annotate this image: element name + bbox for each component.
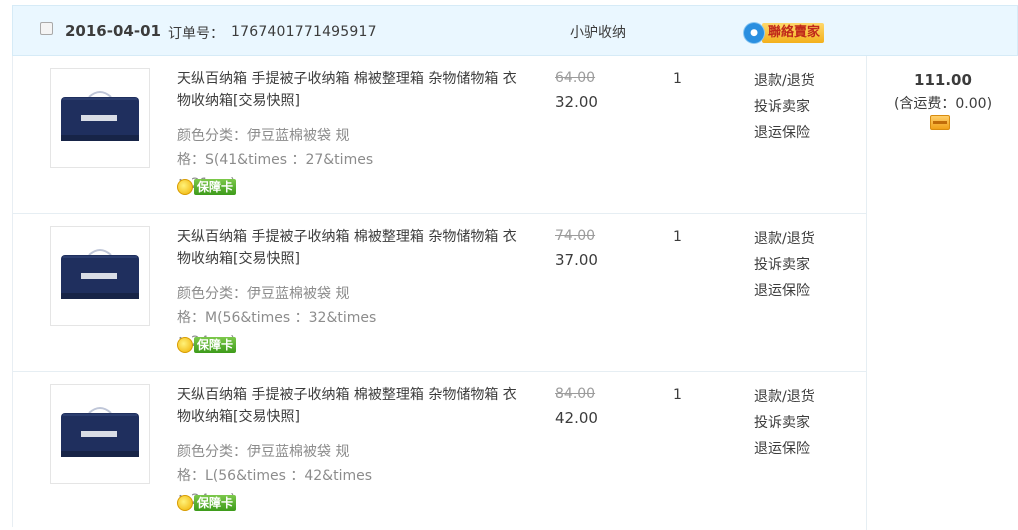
quantity: 1 xyxy=(673,71,682,87)
product-thumbnail[interactable] xyxy=(50,68,150,168)
complain-seller-link[interactable]: 投诉卖家 xyxy=(754,410,844,436)
complain-seller-link[interactable]: 投诉卖家 xyxy=(754,252,844,278)
order-header: 2016-04-01 订单号： 1767401771495917 小驴收纳 ● … xyxy=(12,5,1018,56)
contact-seller-label: 聯絡賣家 xyxy=(762,23,825,43)
original-price: 74.00 xyxy=(555,228,596,244)
sku-color: 颜色分类：伊豆蓝棉被袋 规 xyxy=(177,286,350,302)
product-title-link[interactable]: 天纵百纳箱 手提被子收纳箱 棉被整理箱 杂物储物箱 衣物收纳箱[交易快照] xyxy=(177,68,517,112)
order-total-amount: 111.00 xyxy=(914,71,972,89)
item-actions: 退款/退货 投诉卖家 退运保险 xyxy=(754,226,844,304)
guarantee-card-badge[interactable]: 保障卡 xyxy=(177,336,237,354)
guarantee-label: 保障卡 xyxy=(194,337,237,353)
order-number-label: 订单号： xyxy=(168,26,224,42)
guarantee-icon xyxy=(177,179,193,195)
guarantee-card-badge[interactable]: 保障卡 xyxy=(177,178,237,196)
product-thumbnail[interactable] xyxy=(50,384,150,484)
refund-return-link[interactable]: 退款/退货 xyxy=(754,384,844,410)
refund-return-link[interactable]: 退款/退货 xyxy=(754,68,844,94)
original-price: 84.00 xyxy=(555,386,596,402)
return-insurance-link[interactable]: 退运保险 xyxy=(754,278,844,304)
quantity: 1 xyxy=(673,229,682,245)
guarantee-icon xyxy=(177,337,193,353)
current-price: 32.00 xyxy=(555,93,598,111)
order-item: 天纵百纳箱 手提被子收纳箱 棉被整理箱 杂物储物箱 衣物收纳箱[交易快照] 颜色… xyxy=(13,372,867,530)
original-price: 64.00 xyxy=(555,70,596,86)
quantity: 1 xyxy=(673,387,682,403)
item-actions: 退款/退货 投诉卖家 退运保险 xyxy=(754,384,844,462)
payment-card-icon[interactable] xyxy=(930,115,950,130)
guarantee-card-badge[interactable]: 保障卡 xyxy=(177,494,237,512)
order-date: 2016-04-01 xyxy=(65,22,161,40)
return-insurance-link[interactable]: 退运保险 xyxy=(754,120,844,146)
storage-box-image xyxy=(51,227,149,325)
guarantee-icon xyxy=(177,495,193,511)
storage-box-image xyxy=(51,385,149,483)
sku-color: 颜色分类：伊豆蓝棉被袋 规 xyxy=(177,444,350,460)
product-title-link[interactable]: 天纵百纳箱 手提被子收纳箱 棉被整理箱 杂物储物箱 衣物收纳箱[交易快照] xyxy=(177,384,517,428)
current-price: 37.00 xyxy=(555,251,598,269)
order-item: 天纵百纳箱 手提被子收纳箱 棉被整理箱 杂物储物箱 衣物收纳箱[交易快照] 颜色… xyxy=(13,214,867,372)
guarantee-label: 保障卡 xyxy=(194,179,237,195)
contact-seller-button[interactable]: ● 聯絡賣家 xyxy=(744,22,831,44)
order-item: 天纵百纳箱 手提被子收纳箱 棉被整理箱 杂物储物箱 衣物收纳箱[交易快照] 颜色… xyxy=(13,56,867,214)
storage-box-image xyxy=(51,69,149,167)
return-insurance-link[interactable]: 退运保险 xyxy=(754,436,844,462)
order-card: 2016-04-01 订单号： 1767401771495917 小驴收纳 ● … xyxy=(12,5,1018,530)
shipping-fee-note: (含运费：0.00) xyxy=(893,96,993,112)
complain-seller-link[interactable]: 投诉卖家 xyxy=(754,94,844,120)
order-select-checkbox[interactable] xyxy=(40,22,53,35)
guarantee-label: 保障卡 xyxy=(194,495,237,511)
order-body: 天纵百纳箱 手提被子收纳箱 棉被整理箱 杂物储物箱 衣物收纳箱[交易快照] 颜色… xyxy=(12,56,1018,530)
current-price: 42.00 xyxy=(555,409,598,427)
product-thumbnail[interactable] xyxy=(50,226,150,326)
chat-bubble-icon: ● xyxy=(744,23,764,43)
sku-color: 颜色分类：伊豆蓝棉被袋 规 xyxy=(177,128,350,144)
item-actions: 退款/退货 投诉卖家 退运保险 xyxy=(754,68,844,146)
product-title-link[interactable]: 天纵百纳箱 手提被子收纳箱 棉被整理箱 杂物储物箱 衣物收纳箱[交易快照] xyxy=(177,226,517,270)
order-number: 1767401771495917 xyxy=(231,24,377,40)
shop-name-link[interactable]: 小驴收纳 xyxy=(570,22,626,42)
refund-return-link[interactable]: 退款/退货 xyxy=(754,226,844,252)
